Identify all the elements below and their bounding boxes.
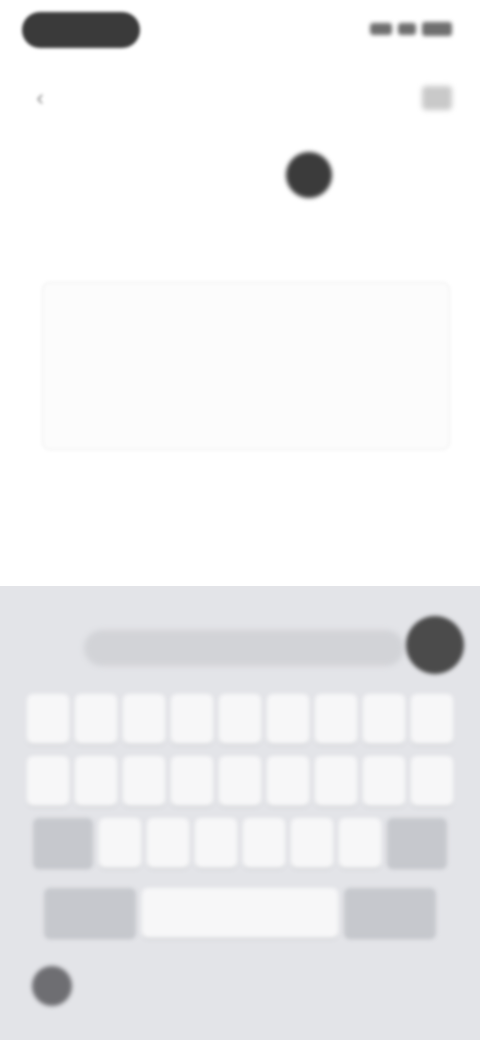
key-row-3 xyxy=(0,818,480,868)
key[interactable] xyxy=(315,756,357,806)
key[interactable] xyxy=(75,694,117,744)
key[interactable] xyxy=(219,756,261,806)
signal-icon xyxy=(370,23,392,35)
key[interactable] xyxy=(339,818,381,868)
avatar xyxy=(286,152,332,198)
key[interactable] xyxy=(75,756,117,806)
key[interactable] xyxy=(99,818,141,868)
key[interactable] xyxy=(27,694,69,744)
status-icons xyxy=(370,22,452,36)
shift-key[interactable] xyxy=(33,818,93,868)
suggestion-text xyxy=(98,638,378,658)
key[interactable] xyxy=(267,756,309,806)
key[interactable] xyxy=(411,756,453,806)
key[interactable] xyxy=(27,756,69,806)
mode-switch-key[interactable] xyxy=(44,888,136,938)
return-key[interactable] xyxy=(344,888,436,938)
key[interactable] xyxy=(363,694,405,744)
key[interactable] xyxy=(147,818,189,868)
wifi-icon xyxy=(398,23,416,35)
header-bar: ‹ xyxy=(0,74,480,122)
send-button[interactable] xyxy=(406,616,464,674)
keyboard xyxy=(0,586,480,1040)
message-input[interactable] xyxy=(42,282,450,450)
battery-icon xyxy=(422,22,452,36)
key[interactable] xyxy=(363,756,405,806)
more-icon[interactable] xyxy=(422,86,452,110)
key[interactable] xyxy=(243,818,285,868)
header-title xyxy=(72,88,372,108)
key[interactable] xyxy=(219,694,261,744)
key[interactable] xyxy=(291,818,333,868)
key[interactable] xyxy=(171,756,213,806)
key[interactable] xyxy=(123,756,165,806)
space-key[interactable] xyxy=(142,888,338,938)
key[interactable] xyxy=(123,694,165,744)
screen: ‹ xyxy=(0,0,480,1040)
key-row-2 xyxy=(0,756,480,806)
key[interactable] xyxy=(411,694,453,744)
status-bar xyxy=(0,0,480,60)
key[interactable] xyxy=(267,694,309,744)
key-row-4 xyxy=(0,888,480,938)
back-button[interactable]: ‹ xyxy=(26,84,54,112)
key[interactable] xyxy=(195,818,237,868)
backspace-key[interactable] xyxy=(387,818,447,868)
key-row-1 xyxy=(0,694,480,744)
dynamic-island xyxy=(22,12,140,48)
key[interactable] xyxy=(315,694,357,744)
suggestion-bar xyxy=(0,586,480,704)
chevron-left-icon: ‹ xyxy=(36,85,44,110)
globe-icon[interactable] xyxy=(32,966,72,1006)
key[interactable] xyxy=(171,694,213,744)
